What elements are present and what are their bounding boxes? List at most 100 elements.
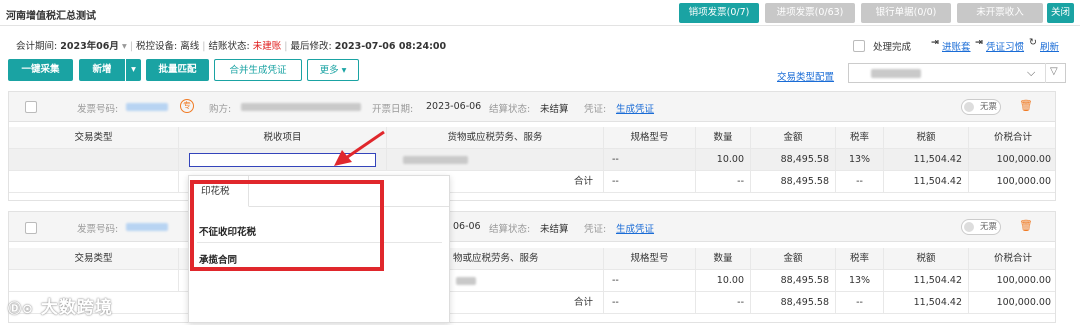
status-value: 未建账 bbox=[252, 41, 282, 52]
batch-match-button[interactable]: 批量匹配 bbox=[146, 59, 209, 81]
status-label: 结账状态: bbox=[208, 41, 250, 52]
voucher-habit-link[interactable]: 凭证习惯 bbox=[986, 39, 1024, 53]
rate-cell: 13% bbox=[836, 270, 884, 292]
done-label: 处理完成 bbox=[873, 42, 912, 53]
tab-sales-invoice[interactable]: 销项发票(0/7) bbox=[679, 3, 759, 23]
total-cell: 100,000.00 bbox=[996, 176, 1051, 187]
watermark: Ⓓ⊙ 大数跨境 bbox=[8, 293, 113, 318]
amount-cell: 88,495.58 bbox=[751, 292, 836, 314]
col-header: 交易类型 bbox=[9, 127, 179, 149]
buyer-label: 购方: bbox=[209, 104, 232, 115]
total-label: 合计 bbox=[450, 292, 604, 314]
settle-status-value: 未结算 bbox=[540, 224, 569, 235]
spec-cell: -- bbox=[604, 270, 696, 292]
refresh-icon: ↻ bbox=[1029, 37, 1037, 48]
total-cell: 100,000.00 bbox=[996, 154, 1051, 165]
invoice-checkbox[interactable] bbox=[25, 222, 37, 234]
settle-status-label: 结算状态: bbox=[489, 104, 531, 115]
col-header: 税额 bbox=[884, 248, 969, 270]
col-header: 数量 bbox=[696, 127, 751, 149]
trade-type-cell[interactable] bbox=[9, 270, 179, 292]
blurred-invoice-no bbox=[126, 223, 168, 231]
invoice-section-1: 发票号码: 专 购方: 开票日期: 2023-06-06 结算状态: 未结算 凭… bbox=[8, 91, 1056, 201]
voucher-label: 凭证: bbox=[584, 224, 607, 235]
voucher-label: 凭证: bbox=[584, 104, 607, 115]
period-label: 会计期间: bbox=[16, 41, 58, 52]
trade-type-cell[interactable] bbox=[9, 149, 179, 171]
no-ticket-toggle[interactable]: 无票 bbox=[961, 219, 1001, 235]
period-value[interactable]: 2023年06月 bbox=[60, 41, 119, 52]
table-row[interactable]: -- 10.00 88,495.58 13% 11,504.42 100,000… bbox=[9, 149, 1055, 171]
amount-cell: 88,495.58 bbox=[751, 171, 836, 193]
more-button[interactable]: 更多 ▾ bbox=[307, 59, 359, 81]
device-value: 离线 bbox=[180, 41, 200, 52]
app-title: 河南增值税汇总测试 bbox=[6, 11, 96, 22]
total-cell: 100,000.00 bbox=[996, 297, 1051, 308]
refresh-link[interactable]: 刷新 bbox=[1040, 39, 1059, 53]
delete-icon[interactable]: 🗑 bbox=[1019, 220, 1033, 232]
col-header: 规格型号 bbox=[604, 127, 696, 149]
col-header: 规格型号 bbox=[604, 248, 696, 270]
trade-type-select[interactable]: ⌵ ▽ bbox=[848, 63, 1066, 83]
info-bar: 会计期间: 2023年06月 ▾ | 税控设备: 离线 | 结账状态: 未建账 … bbox=[16, 38, 446, 52]
tax-cell: 11,504.42 bbox=[884, 171, 969, 193]
top-bar: 河南增值税汇总测试 销项发票(0/7) 进项发票(0/63) 银行单据(0/0)… bbox=[0, 0, 1080, 26]
chevron-down-icon[interactable]: ▾ bbox=[122, 41, 127, 52]
settle-status-value: 未结算 bbox=[540, 104, 569, 115]
invoice-header: 发票号码: 专 购方: 开票日期: 2023-06-06 结算状态: 未结算 凭… bbox=[9, 92, 1055, 122]
invoice-no-label: 发票号码: bbox=[77, 224, 119, 235]
voucher-icon: ⇥ bbox=[975, 37, 983, 48]
invoice-date-value: 06-06 bbox=[453, 221, 481, 232]
merge-voucher-button[interactable]: 合并生成凭证 bbox=[214, 59, 302, 81]
collect-button[interactable]: 一键采集 bbox=[8, 59, 73, 81]
divider: | bbox=[129, 41, 133, 52]
col-header: 税率 bbox=[836, 127, 884, 149]
generate-voucher-link[interactable]: 生成凭证 bbox=[616, 101, 654, 115]
invoice-header: 发票号码: 06-06 结算状态: 未结算 凭证: 生成凭证 无票 🗑 bbox=[9, 212, 1055, 242]
rate-cell: -- bbox=[836, 171, 884, 193]
blurred-value bbox=[871, 69, 921, 78]
qty-cell: 10.00 bbox=[696, 149, 751, 171]
filter-icon: ▽ bbox=[1050, 66, 1058, 77]
no-ticket-toggle[interactable]: 无票 bbox=[961, 99, 1001, 115]
invoice-section-2: 发票号码: 06-06 结算状态: 未结算 凭证: 生成凭证 无票 🗑 交易类型… bbox=[8, 211, 1056, 323]
table-row[interactable]: -- 10.00 88,495.58 13% 11,504.42 100,000… bbox=[9, 270, 1055, 292]
more-label: 更多 bbox=[319, 65, 339, 76]
col-header: 税率 bbox=[836, 248, 884, 270]
enter-icon: ⇥ bbox=[931, 37, 939, 48]
close-button[interactable]: 关闭 bbox=[1047, 3, 1074, 23]
trade-type-config-link[interactable]: 交易类型配置 bbox=[777, 69, 834, 83]
tax-cell: 11,504.42 bbox=[884, 149, 969, 171]
divider: | bbox=[284, 41, 288, 52]
qty-cell: -- bbox=[696, 292, 751, 314]
tab-unbilled-income[interactable]: 未开票收入 bbox=[957, 3, 1043, 23]
tab-bank-receipt[interactable]: 银行单据(0/0) bbox=[861, 3, 951, 23]
col-header: 金额 bbox=[751, 127, 836, 149]
rate-cell: 13% bbox=[836, 149, 884, 171]
chevron-down-icon: ⌵ bbox=[1027, 66, 1036, 79]
blurred-invoice-no bbox=[126, 103, 168, 111]
spec-cell: -- bbox=[604, 149, 696, 171]
table-header-row: 交易类型 税收项目 货物或应税劳务、服务 规格型号 数量 金额 税率 税额 价税… bbox=[9, 127, 1055, 149]
empty-cell bbox=[9, 171, 179, 193]
qty-cell: -- bbox=[696, 171, 751, 193]
invoice-date-label: 开票日期: bbox=[372, 104, 414, 115]
settle-status-label: 结算状态: bbox=[489, 224, 531, 235]
generate-voucher-link[interactable]: 生成凭证 bbox=[616, 221, 654, 235]
col-header: 税额 bbox=[884, 127, 969, 149]
table-total-row: 合计 -- -- 88,495.58 -- 11,504.42 100,000.… bbox=[9, 171, 1055, 193]
tab-input-invoice[interactable]: 进项发票(0/63) bbox=[765, 3, 855, 23]
invoice-checkbox[interactable] bbox=[25, 101, 37, 113]
invoice-date-value: 2023-06-06 bbox=[426, 101, 482, 112]
table-total-row: 合计 -- -- 88,495.58 -- 11,504.42 100,000.… bbox=[9, 292, 1055, 314]
goods-cell bbox=[450, 270, 604, 292]
device-label: 税控设备: bbox=[135, 41, 178, 52]
done-checkbox[interactable] bbox=[853, 40, 865, 52]
add-button[interactable]: 新增 bbox=[79, 59, 125, 81]
blurred-goods bbox=[403, 156, 468, 164]
account-link[interactable]: 进账套 bbox=[942, 39, 971, 53]
col-header: 价税合计 bbox=[993, 253, 1032, 264]
delete-icon[interactable]: 🗑 bbox=[1019, 100, 1033, 112]
add-dropdown-chevron-icon[interactable]: ▾ bbox=[126, 59, 141, 81]
spec-cell: -- bbox=[604, 292, 696, 314]
